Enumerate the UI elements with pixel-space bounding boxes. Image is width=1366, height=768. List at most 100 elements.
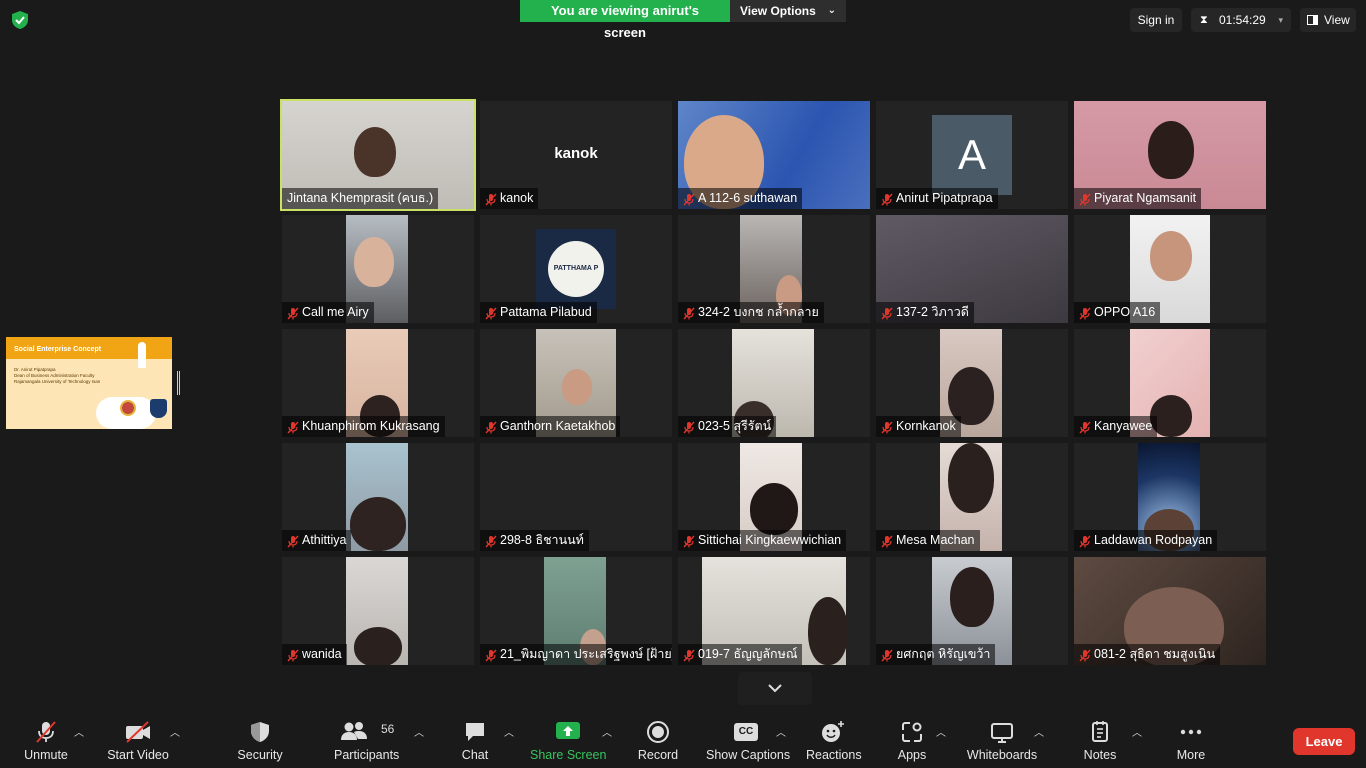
participant-name: 023-5 สุรีรัตน์ (698, 419, 772, 433)
participant-tile[interactable]: Piyarat Ngamsanit (1074, 101, 1266, 209)
mic-muted-icon (1079, 192, 1091, 206)
participants-count: 56 (381, 722, 395, 736)
mic-muted-icon (485, 306, 497, 320)
participant-tile[interactable]: kanok kanok (480, 101, 672, 209)
whiteboards-button[interactable]: Whiteboards (966, 710, 1038, 768)
participant-name: Piyarat Ngamsanit (1094, 191, 1197, 205)
apps-button[interactable]: Apps (894, 710, 930, 768)
participant-name-bar: 081-2 สุธิดา ชมสูงเนิน (1074, 644, 1221, 665)
show-captions-button[interactable]: CC Show Captions (706, 710, 790, 768)
faculty-logo (150, 399, 167, 418)
start-video-button[interactable]: Start Video (106, 710, 170, 768)
reactions-button[interactable]: Reactions (806, 710, 862, 768)
participant-tile[interactable]: Khuanphirom Kukrasang (282, 329, 474, 437)
participant-tile[interactable]: Laddawan Rodpayan (1074, 443, 1266, 551)
mic-muted-icon (485, 534, 497, 548)
participant-tile[interactable]: Athittiya (282, 443, 474, 551)
chevron-down-icon (768, 684, 782, 693)
caret-up-icon[interactable]: ︿ (1132, 724, 1142, 739)
participant-tile[interactable]: 21_พิมญาดา ประเสริฐพงษ์ [ฝ้าย] (480, 557, 672, 665)
participant-tile[interactable]: Jintana Khemprasit (คบธ.) (280, 99, 476, 211)
caret-up-icon[interactable]: ︿ (936, 724, 946, 739)
participant-name-bar: 21_พิมญาดา ประเสริฐพงษ์ [ฝ้าย] (480, 644, 672, 665)
participant-name: 081-2 สุธิดา ชมสูงเนิน (1094, 647, 1216, 661)
participant-tile[interactable]: Mesa Machan (876, 443, 1068, 551)
mic-muted-icon (881, 534, 893, 548)
participant-display-name: kanok (554, 145, 598, 162)
unmute-button[interactable]: Unmute (18, 710, 74, 768)
whiteboard-icon (991, 723, 1013, 743)
shield-check-icon[interactable] (10, 10, 30, 30)
participant-tile[interactable]: 019-7 ธัญญลักษณ์ (678, 557, 870, 665)
security-label: Security (237, 748, 283, 762)
sign-in-button[interactable]: Sign in (1130, 8, 1182, 32)
share-screen-label: Share Screen (530, 748, 607, 762)
participant-name: wanida (302, 647, 342, 661)
slide-text: Dr. Anirut Pipatprapa Dean of Business A… (14, 367, 134, 385)
mic-muted-icon (287, 534, 299, 548)
participant-name: 298-8 ธิชานนท์ (500, 533, 584, 547)
participant-tile[interactable]: wanida (282, 557, 474, 665)
chat-label: Chat (461, 748, 489, 762)
leave-button[interactable]: Leave (1293, 728, 1355, 755)
caret-up-icon[interactable]: ︿ (1034, 724, 1044, 739)
security-button[interactable]: Security (232, 710, 288, 768)
participant-tile[interactable]: 298-8 ธิชานนท์ (480, 443, 672, 551)
participant-tile[interactable]: 137-2 วิภาวดี (876, 215, 1068, 323)
participant-tile[interactable]: 081-2 สุธิดา ชมสูงเนิน (1074, 557, 1266, 665)
screen-share-banner: You are viewing anirut's screen View Opt… (520, 0, 846, 40)
meeting-timer[interactable]: ⧗ 01:54:29 ▾ (1191, 8, 1291, 32)
more-button[interactable]: More (1170, 710, 1212, 768)
record-button[interactable]: Record (636, 710, 680, 768)
participant-name: Sittichai Kingkaewwichian (698, 533, 842, 547)
notes-label: Notes (1083, 748, 1117, 762)
participant-tile[interactable]: Kanyawee (1074, 329, 1266, 437)
participants-label: Participants (334, 748, 400, 762)
resize-handle[interactable] (177, 371, 180, 395)
participant-tile[interactable]: Sittichai Kingkaewwichian (678, 443, 870, 551)
participant-tile[interactable]: A 112-6 suthawan (678, 101, 870, 209)
captions-icon: CC (734, 723, 758, 741)
layout-icon (1307, 15, 1318, 25)
view-options-label: View Options (740, 4, 816, 18)
scroll-down-button[interactable] (738, 672, 812, 705)
participant-tile[interactable]: OPPO A16 (1074, 215, 1266, 323)
participants-button[interactable]: Participants (334, 710, 400, 768)
mic-muted-icon (683, 648, 695, 662)
participant-name: A 112-6 suthawan (698, 191, 798, 205)
caret-up-icon[interactable]: ︿ (602, 724, 612, 739)
caret-up-icon[interactable]: ︿ (74, 724, 84, 739)
viewing-screen-label: You are viewing anirut's screen (520, 0, 730, 40)
participant-tile[interactable]: Call me Airy (282, 215, 474, 323)
reactions-label: Reactions (806, 748, 862, 762)
view-options-button[interactable]: View Options ⌄ (730, 0, 846, 22)
chat-button[interactable]: Chat (455, 710, 495, 768)
mic-muted-icon (881, 192, 893, 206)
participant-name: Khuanphirom Kukrasang (302, 419, 440, 433)
participant-name-bar: Kanyawee (1074, 416, 1158, 437)
participant-tile[interactable]: A Anirut Pipatprapa (876, 101, 1068, 209)
caret-up-icon[interactable]: ︿ (170, 724, 180, 739)
participant-name-bar: 298-8 ธิชานนท์ (480, 530, 589, 551)
participant-tile[interactable]: PATTHAMA P Pattama Pilabud (480, 215, 672, 323)
caret-up-icon[interactable]: ︿ (504, 724, 514, 739)
participant-name: Ganthorn Kaetakhob (500, 419, 616, 433)
participant-name-bar: OPPO A16 (1074, 302, 1161, 323)
participant-name: 324-2 บงกช กล้ำกลาย (698, 305, 819, 319)
share-screen-button[interactable]: Share Screen (530, 710, 606, 768)
participant-name: Jintana Khemprasit (คบธ.) (287, 191, 434, 205)
participant-tile[interactable]: Ganthorn Kaetakhob (480, 329, 672, 437)
participant-name-bar: Mesa Machan (876, 530, 980, 551)
view-button[interactable]: View (1300, 8, 1356, 32)
participant-name-bar: 023-5 สุรีรัตน์ (678, 416, 777, 437)
caret-up-icon[interactable]: ︿ (776, 724, 786, 739)
notes-button[interactable]: Notes (1080, 710, 1120, 768)
caret-up-icon[interactable]: ︿ (414, 724, 424, 739)
shared-screen-thumbnail[interactable]: Social Enterprise Concept Dr. Anirut Pip… (6, 337, 172, 429)
participant-tile[interactable]: Kornkanok (876, 329, 1068, 437)
start-video-label: Start Video (107, 748, 169, 762)
participant-tile[interactable]: 324-2 บงกช กล้ำกลาย (678, 215, 870, 323)
participant-tile[interactable]: ยศกฤต หิรัญเขว้า (876, 557, 1068, 665)
participant-figure (350, 497, 406, 551)
participant-tile[interactable]: 023-5 สุรีรัตน์ (678, 329, 870, 437)
